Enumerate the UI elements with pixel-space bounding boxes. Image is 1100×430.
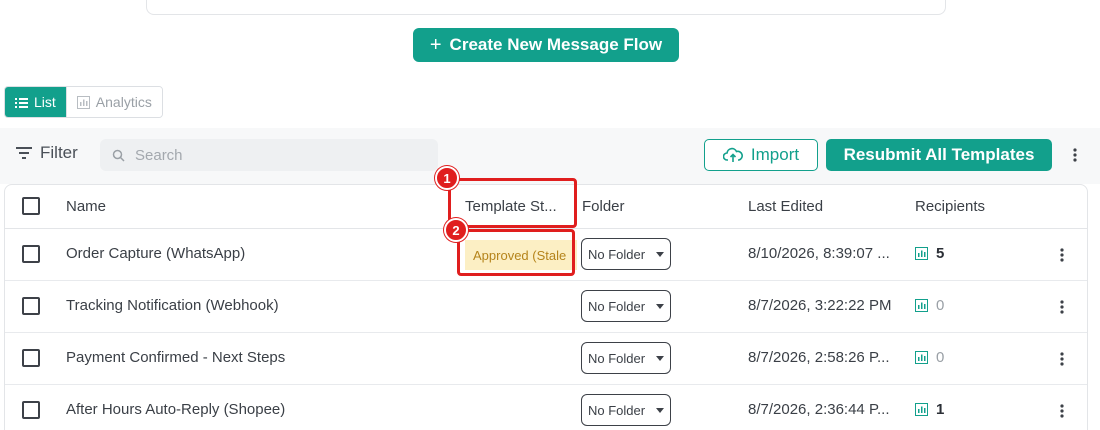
select-all-checkbox[interactable] bbox=[22, 197, 40, 215]
bar-chart-icon bbox=[76, 95, 90, 109]
chevron-down-icon bbox=[656, 355, 664, 361]
recipients-value: 0 bbox=[936, 297, 945, 314]
list-view-tab[interactable]: List bbox=[5, 87, 66, 117]
flow-name[interactable]: Tracking Notification (Webhook) bbox=[66, 297, 279, 314]
folder-dropdown[interactable]: No Folder bbox=[581, 342, 671, 374]
import-label: Import bbox=[750, 145, 800, 164]
search-input[interactable] bbox=[135, 146, 415, 164]
view-toggle: List Analytics bbox=[4, 86, 163, 118]
folder-dropdown[interactable]: No Folder bbox=[581, 238, 671, 270]
flow-name[interactable]: Payment Confirmed - Next Steps bbox=[66, 349, 285, 366]
last-edited: 8/10/2026, 8:39:07 ... bbox=[748, 245, 890, 262]
row-more-options-icon[interactable] bbox=[1055, 297, 1069, 317]
row-more-options-icon[interactable] bbox=[1055, 245, 1069, 265]
row-more-options-icon[interactable] bbox=[1055, 349, 1069, 369]
chevron-down-icon bbox=[656, 251, 664, 257]
list-view-label: List bbox=[34, 94, 56, 110]
table-row[interactable]: Payment Confirmed - Next Steps No Folder… bbox=[5, 333, 1087, 385]
row-checkbox[interactable] bbox=[22, 297, 40, 315]
search-icon bbox=[112, 149, 125, 162]
bar-chart-icon bbox=[915, 403, 928, 416]
analytics-view-tab[interactable]: Analytics bbox=[65, 87, 162, 117]
column-header-last-edited[interactable]: Last Edited bbox=[748, 198, 823, 215]
folder-value: No Folder bbox=[588, 246, 646, 262]
recipients-count[interactable]: 1 bbox=[915, 401, 944, 418]
recipients-value: 5 bbox=[936, 245, 945, 262]
chevron-down-icon bbox=[656, 303, 664, 309]
folder-value: No Folder bbox=[588, 402, 646, 418]
annotation-box-1 bbox=[448, 178, 577, 228]
column-header-recipients[interactable]: Recipients bbox=[915, 198, 985, 215]
recipients-value: 1 bbox=[936, 401, 945, 418]
recipients-count[interactable]: 5 bbox=[915, 245, 944, 262]
bar-chart-icon bbox=[915, 247, 928, 260]
annotation-marker-2: 2 bbox=[444, 218, 468, 242]
table-row[interactable]: Tracking Notification (Webhook) No Folde… bbox=[5, 281, 1087, 333]
annotation-box-2 bbox=[457, 229, 575, 276]
more-options-icon[interactable] bbox=[1066, 145, 1084, 165]
row-checkbox[interactable] bbox=[22, 401, 40, 419]
analytics-view-label: Analytics bbox=[95, 94, 152, 110]
row-more-options-icon[interactable] bbox=[1055, 401, 1069, 421]
resubmit-all-templates-button[interactable]: Resubmit All Templates bbox=[826, 139, 1052, 171]
recipients-count[interactable]: 0 bbox=[915, 297, 944, 314]
message-flow-card bbox=[146, 0, 946, 15]
create-new-message-flow-button[interactable]: + Create New Message Flow bbox=[413, 28, 679, 62]
folder-value: No Folder bbox=[588, 298, 646, 314]
last-edited: 8/7/2026, 2:36:44 P... bbox=[748, 401, 890, 418]
recipients-value: 0 bbox=[936, 349, 945, 366]
folder-dropdown[interactable]: No Folder bbox=[581, 290, 671, 322]
filter-button[interactable]: Filter bbox=[16, 143, 78, 163]
recipients-count[interactable]: 0 bbox=[915, 349, 944, 366]
search-box bbox=[100, 139, 438, 171]
folder-value: No Folder bbox=[588, 350, 646, 366]
annotation-marker-1: 1 bbox=[435, 166, 459, 190]
cloud-upload-icon bbox=[722, 147, 743, 162]
plus-icon: + bbox=[429, 34, 442, 56]
filter-icon bbox=[16, 147, 32, 159]
table-row[interactable]: After Hours Auto-Reply (Shopee) No Folde… bbox=[5, 385, 1087, 430]
column-header-folder[interactable]: Folder bbox=[582, 198, 625, 215]
last-edited: 8/7/2026, 3:22:22 PM bbox=[748, 297, 892, 314]
list-icon bbox=[15, 97, 28, 108]
bar-chart-icon bbox=[915, 299, 928, 312]
chevron-down-icon bbox=[656, 407, 664, 413]
filter-label: Filter bbox=[40, 143, 78, 162]
flow-name[interactable]: Order Capture (WhatsApp) bbox=[66, 245, 245, 262]
folder-dropdown[interactable]: No Folder bbox=[581, 394, 671, 426]
row-checkbox[interactable] bbox=[22, 349, 40, 367]
last-edited: 8/7/2026, 2:58:26 P... bbox=[748, 349, 890, 366]
bar-chart-icon bbox=[915, 351, 928, 364]
column-header-name[interactable]: Name bbox=[66, 198, 106, 215]
import-button[interactable]: Import bbox=[704, 139, 818, 171]
create-flow-label: Create New Message Flow bbox=[449, 35, 663, 54]
flow-name[interactable]: After Hours Auto-Reply (Shopee) bbox=[66, 401, 285, 418]
row-checkbox[interactable] bbox=[22, 245, 40, 263]
